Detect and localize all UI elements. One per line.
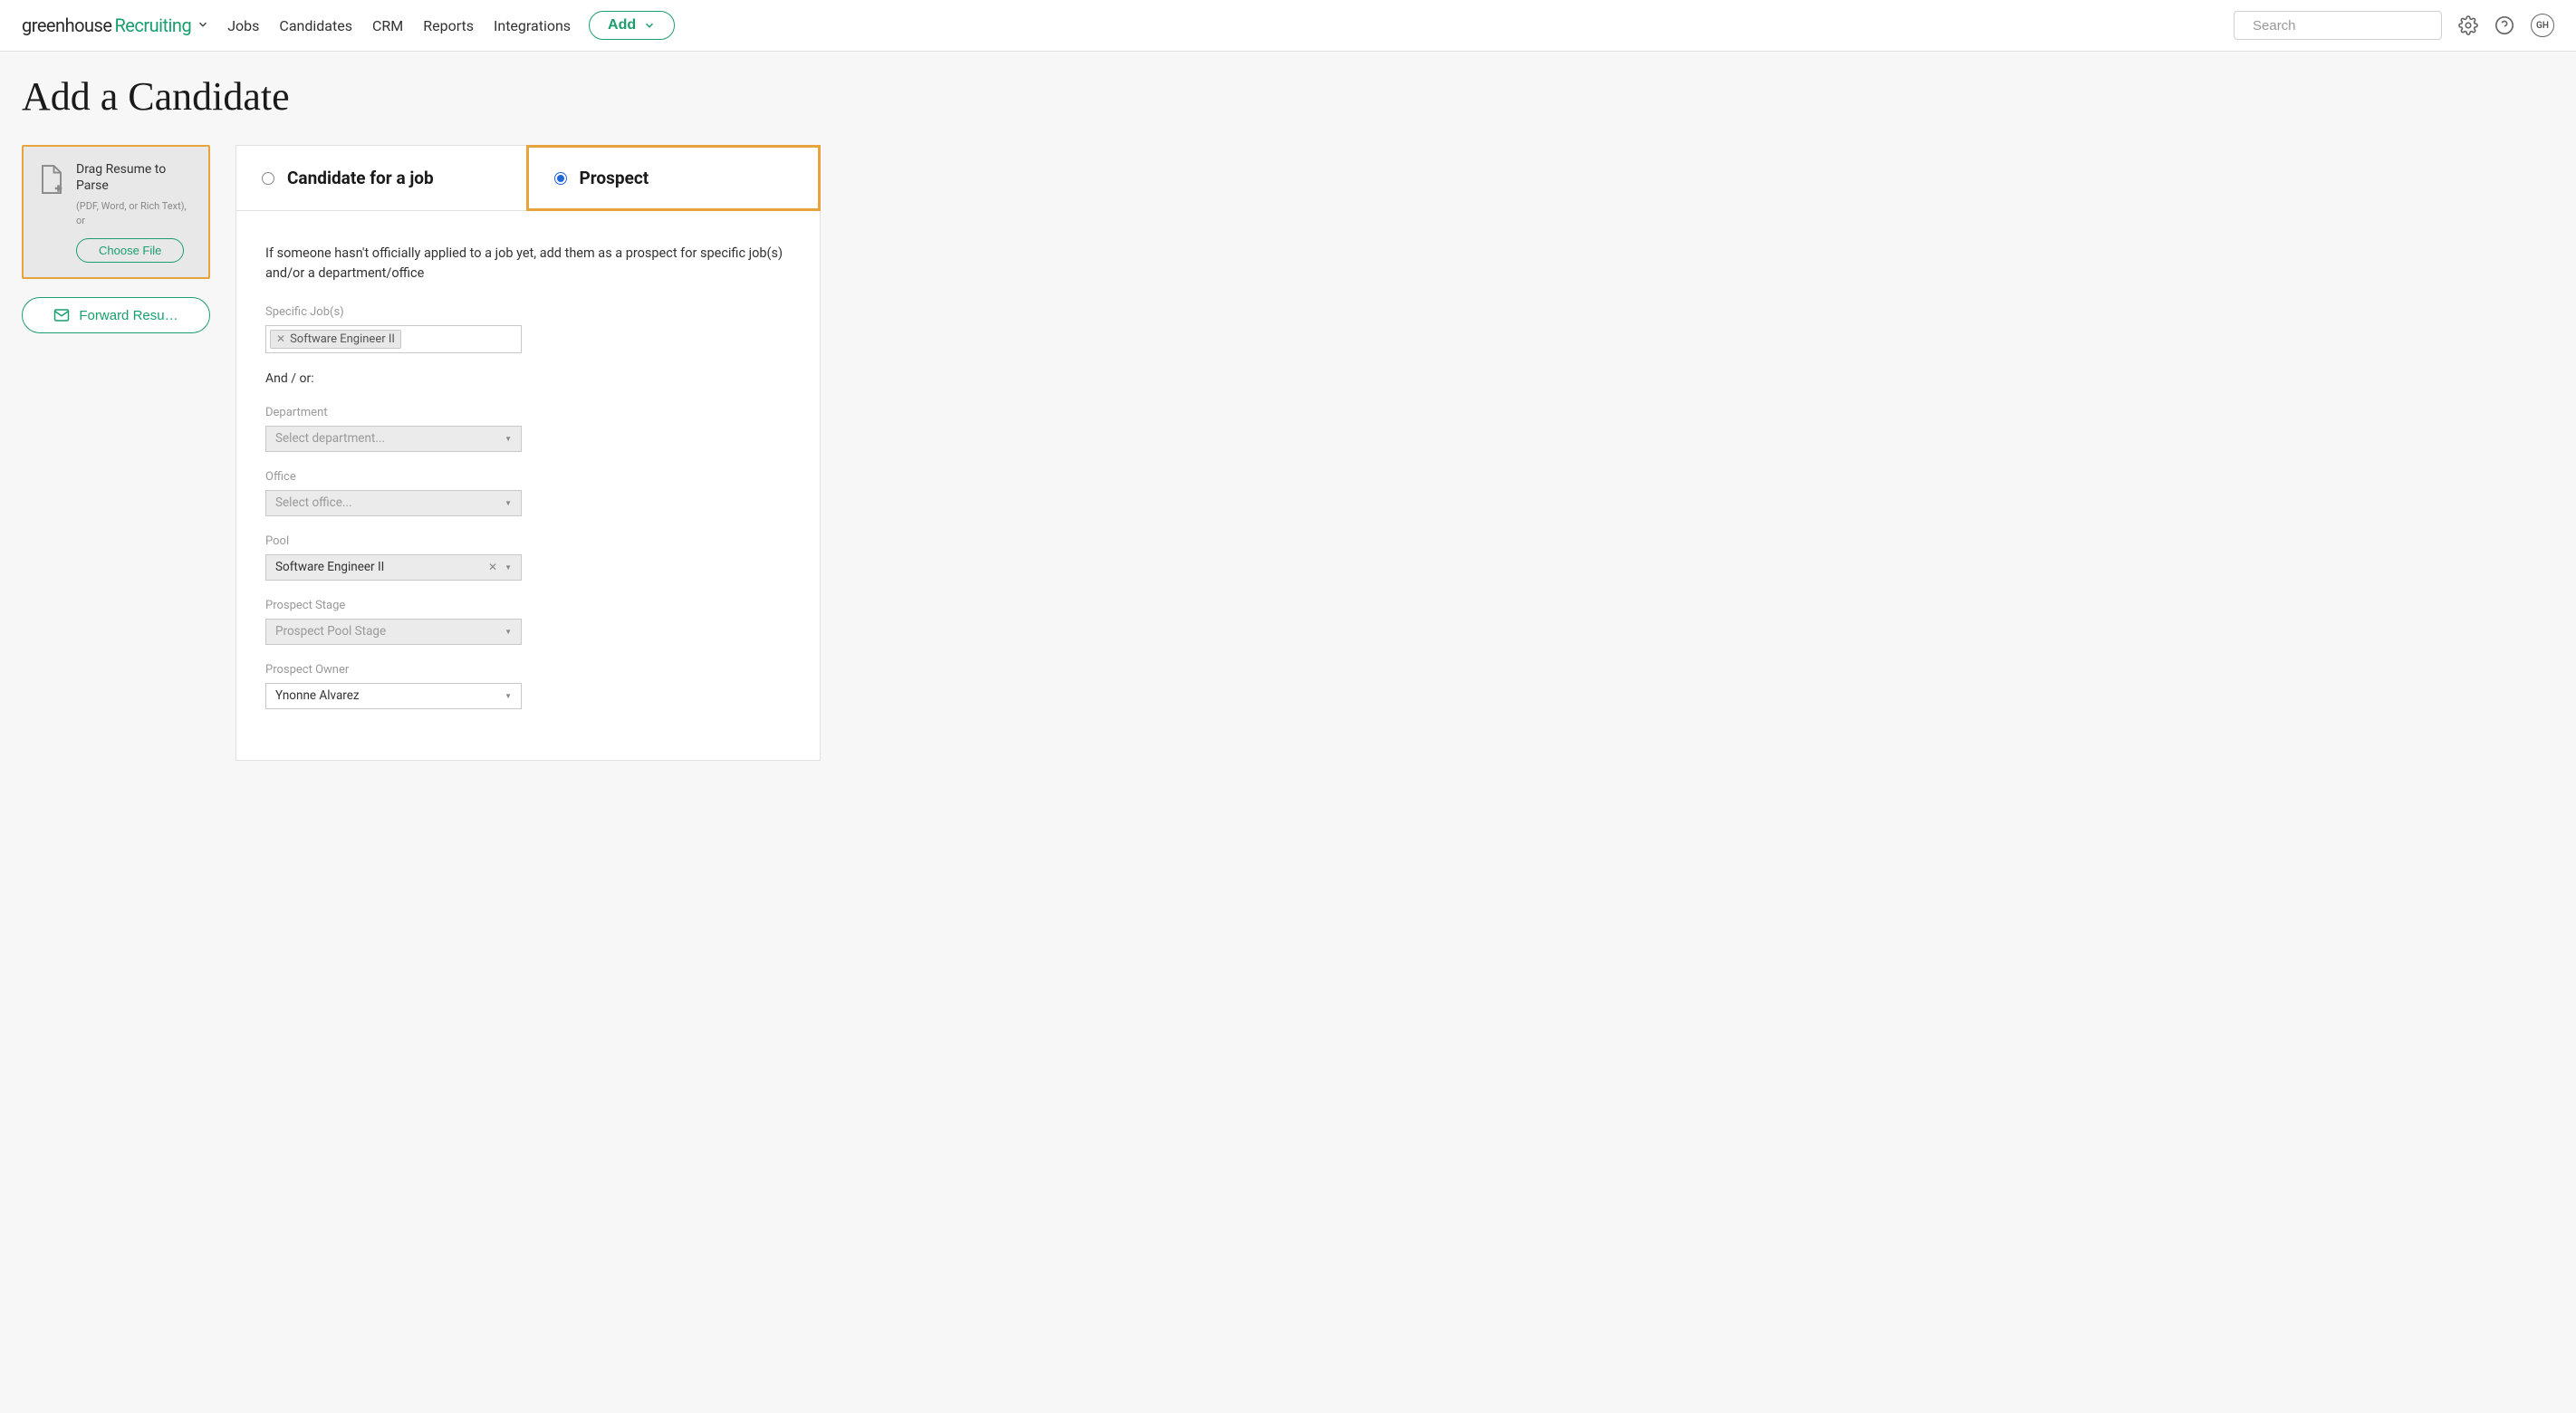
- logo-recruiting-text: Recruiting: [114, 14, 191, 36]
- help-icon: [2494, 15, 2514, 35]
- field-specific-jobs: Specific Job(s) ✕ Software Engineer II: [265, 305, 791, 353]
- dropzone-hint: (PDF, Word, or Rich Text), or: [76, 199, 194, 227]
- form-body: If someone hasn't officially applied to …: [236, 211, 820, 760]
- nav-right: GH: [2234, 11, 2554, 40]
- tab-candidate[interactable]: Candidate for a job: [236, 146, 527, 210]
- main-panel: Candidate for a job Prospect If someone …: [235, 145, 821, 761]
- logo-greenhouse-text: greenhouse: [22, 14, 111, 36]
- prospect-owner-select[interactable]: Ynonne Alvarez ▼: [265, 683, 522, 709]
- close-icon[interactable]: ✕: [276, 332, 285, 345]
- page-content: Add a Candidate Drag Resume to Parse (PD…: [0, 52, 2576, 783]
- job-tag-label: Software Engineer II: [290, 332, 395, 346]
- avatar-initials: GH: [2536, 21, 2549, 31]
- gear-icon: [2458, 15, 2478, 35]
- specific-jobs-label: Specific Job(s): [265, 305, 791, 319]
- forward-resume-label: Forward Resu…: [79, 308, 178, 323]
- tabs: Candidate for a job Prospect: [236, 146, 820, 211]
- dropzone-text: Drag Resume to Parse (PDF, Word, or Rich…: [76, 161, 194, 263]
- tab-prospect-label: Prospect: [580, 168, 649, 188]
- field-prospect-owner: Prospect Owner Ynonne Alvarez ▼: [265, 663, 791, 709]
- tab-candidate-label: Candidate for a job: [287, 168, 434, 188]
- office-label: Office: [265, 470, 791, 484]
- prospect-owner-value: Ynonne Alvarez: [275, 688, 360, 703]
- pool-select[interactable]: Software Engineer II ✕ ▼: [265, 554, 522, 581]
- add-button-label: Add: [608, 17, 636, 34]
- chevron-down-icon: ▼: [505, 499, 512, 507]
- search-box[interactable]: [2234, 11, 2442, 40]
- chevron-down-icon: ▼: [505, 563, 512, 572]
- nav-link-integrations[interactable]: Integrations: [494, 17, 571, 34]
- job-tag: ✕ Software Engineer II: [270, 330, 401, 349]
- file-plus-icon: [38, 163, 65, 263]
- field-department: Department Select department... ▼: [265, 406, 791, 452]
- nav-link-reports[interactable]: Reports: [423, 17, 474, 34]
- nav-link-jobs[interactable]: Jobs: [227, 17, 259, 34]
- layout: Drag Resume to Parse (PDF, Word, or Rich…: [22, 145, 2554, 761]
- pool-label: Pool: [265, 534, 791, 548]
- chevron-down-icon: ▼: [505, 628, 512, 636]
- intro-text: If someone hasn't officially applied to …: [265, 244, 791, 284]
- andor-text: And / or:: [265, 371, 791, 386]
- chevron-down-icon: [197, 17, 209, 34]
- mail-icon: [53, 307, 70, 323]
- radio-checked-icon: [554, 172, 567, 185]
- office-value: Select office...: [275, 495, 352, 510]
- chevron-down-icon: [643, 19, 656, 32]
- department-value: Select department...: [275, 431, 385, 446]
- close-icon[interactable]: ✕: [488, 561, 497, 573]
- forward-resume-button[interactable]: Forward Resu…: [22, 297, 210, 333]
- resume-dropzone[interactable]: Drag Resume to Parse (PDF, Word, or Rich…: [22, 145, 210, 279]
- prospect-stage-value: Prospect Pool Stage: [275, 624, 386, 639]
- field-office: Office Select office... ▼: [265, 470, 791, 516]
- field-prospect-stage: Prospect Stage Prospect Pool Stage ▼: [265, 599, 791, 645]
- search-input[interactable]: [2253, 18, 2433, 34]
- nav-links: Jobs Candidates CRM Reports Integrations: [227, 17, 571, 34]
- office-select[interactable]: Select office... ▼: [265, 490, 522, 516]
- avatar[interactable]: GH: [2531, 14, 2554, 37]
- chevron-down-icon: ▼: [505, 435, 512, 443]
- help-button[interactable]: [2494, 15, 2514, 35]
- chevron-down-icon: ▼: [505, 692, 512, 700]
- dropzone-title: Drag Resume to Parse: [76, 161, 194, 194]
- nav-link-candidates[interactable]: Candidates: [279, 17, 352, 34]
- pool-value: Software Engineer II: [275, 560, 384, 574]
- prospect-owner-label: Prospect Owner: [265, 663, 791, 677]
- nav-link-crm[interactable]: CRM: [372, 17, 403, 34]
- field-pool: Pool Software Engineer II ✕ ▼: [265, 534, 791, 581]
- department-select[interactable]: Select department... ▼: [265, 426, 522, 452]
- sidebar: Drag Resume to Parse (PDF, Word, or Rich…: [22, 145, 210, 761]
- page-title: Add a Candidate: [22, 73, 2554, 120]
- prospect-stage-label: Prospect Stage: [265, 599, 791, 612]
- radio-icon: [262, 172, 274, 185]
- settings-button[interactable]: [2458, 15, 2478, 35]
- add-button[interactable]: Add: [589, 11, 675, 40]
- top-nav: greenhouseRecruiting Jobs Candidates CRM…: [0, 0, 2576, 52]
- specific-jobs-input[interactable]: ✕ Software Engineer II: [265, 325, 522, 353]
- logo-dropdown[interactable]: greenhouseRecruiting: [22, 14, 209, 36]
- department-label: Department: [265, 406, 791, 419]
- tab-prospect[interactable]: Prospect: [526, 145, 822, 211]
- prospect-stage-select[interactable]: Prospect Pool Stage ▼: [265, 619, 522, 645]
- choose-file-button[interactable]: Choose File: [76, 238, 184, 263]
